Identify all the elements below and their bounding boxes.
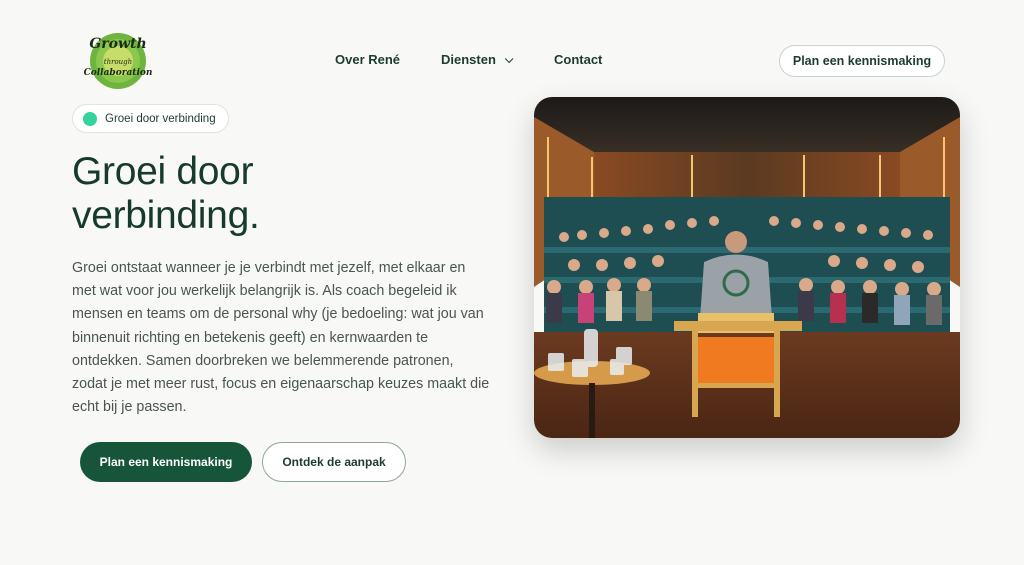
nav-label: Diensten (441, 52, 496, 67)
nav-item-over-rene[interactable]: Over René (335, 52, 400, 67)
plan-kennismaking-button[interactable]: Plan een kennismaking (80, 442, 252, 482)
nav-item-diensten[interactable]: Diensten (441, 52, 514, 67)
logo-line-1: Growth (89, 36, 146, 52)
badge-dot-icon (83, 111, 97, 126)
hero-title-line-1: Groei door (72, 150, 254, 193)
badge-label: Groei door verbinding (105, 112, 216, 125)
hero-title: Groei door verbinding. (72, 150, 492, 238)
hero-paragraph: Groei ontstaat wanneer je je verbindt me… (72, 260, 490, 416)
logo-line-2: through (104, 58, 132, 66)
hero-photo (534, 97, 960, 438)
hero-title-line-2: verbinding. (72, 194, 260, 237)
hero-badge: Groei door verbinding (72, 104, 229, 133)
header-cta-button[interactable]: Plan een kennismaking (779, 45, 945, 77)
logo-line-3: Collaboration (84, 68, 153, 78)
nav-label: Over René (335, 52, 401, 67)
site-logo[interactable]: Growth through Collaboration (80, 30, 158, 92)
nav-label: Contact (554, 52, 603, 67)
nav-item-contact[interactable]: Contact (554, 52, 602, 67)
chevron-down-icon (504, 54, 514, 64)
ontdek-aanpak-button[interactable]: Ontdek de aanpak (262, 442, 406, 482)
